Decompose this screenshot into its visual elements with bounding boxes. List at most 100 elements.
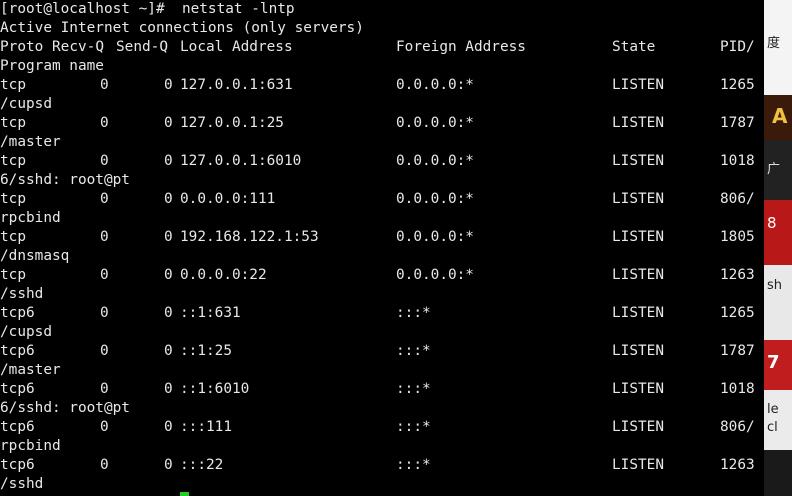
cell-foreign-address: :::* [396,419,431,435]
cell-state: LISTEN [612,305,664,321]
cell-local-address: ::1:631 [180,305,241,321]
program-name-wrap: /master [0,362,61,378]
cell-send-q: 0 [164,457,173,473]
cell-recv-q: 0 [100,305,109,321]
bg-text-fragment: cl [767,420,778,435]
cell-pid: 1018 [720,153,755,169]
cell-foreign-address: 0.0.0.0:* [396,191,474,207]
bg-text-fragment: 广 [767,162,781,177]
cell-foreign-address: :::* [396,305,431,321]
cell-proto: tcp [0,191,26,207]
program-name-wrap: /dnsmasq [0,248,70,264]
cell-recv-q: 0 [100,457,109,473]
cell-state: LISTEN [612,419,664,435]
cell-state: LISTEN [612,77,664,93]
terminal-window[interactable]: [root@localhost ~]# netstat -lntp Active… [0,0,764,496]
cell-pid: 1263 [720,267,755,283]
cell-foreign-address: :::* [396,343,431,359]
cell-state: LISTEN [612,343,664,359]
program-name-wrap: /cupsd [0,324,52,340]
cell-state: LISTEN [612,115,664,131]
bg-text-fragment: 7 [767,352,780,373]
cell-foreign-address: :::* [396,457,431,473]
cell-proto: tcp [0,77,26,93]
cell-pid: 1018 [720,381,755,397]
command-prompt-line: [root@localhost ~]# netstat -lntp [0,1,295,17]
header-proto: Proto [0,39,44,55]
table-row: tcp6 0 0::1:25:::* LISTEN 1787 [0,342,764,361]
cell-proto: tcp6 [0,381,35,397]
table-row: tcp6 0 0:::22:::* LISTEN 1263 [0,456,764,475]
cell-state: LISTEN [612,229,664,245]
cell-pid: 806/ [720,419,755,435]
table-row: tcp6 0 0::1:6010:::* LISTEN 1018 [0,380,764,399]
cell-foreign-address: 0.0.0.0:* [396,77,474,93]
header-send-q: Send-Q [116,39,168,55]
cell-local-address: ::1:6010 [180,381,250,397]
header-pid: PID/ [720,39,755,55]
cell-foreign-address: :::* [396,381,431,397]
program-name-wrap: 6/sshd: root@pt [0,400,130,416]
program-name-wrap: 6/sshd: root@pt [0,172,130,188]
cell-pid: 1265 [720,77,755,93]
table-row: tcp6 0 0:::111:::* LISTEN 806/ [0,418,764,437]
bg-panel [764,265,792,340]
bg-image-block [764,450,792,496]
program-name-wrap: rpcbind [0,210,61,226]
header-state: State [612,39,656,55]
cell-state: LISTEN [612,267,664,283]
program-name-wrap: /sshd [0,286,44,302]
cell-foreign-address: 0.0.0.0:* [396,229,474,245]
table-row: tcp 0 0 127.0.0.1:25 0.0.0.0:* LISTEN 1787 [0,114,764,133]
cell-proto: tcp6 [0,457,35,473]
program-name-wrap: /cupsd [0,96,52,112]
program-name-wrap: /sshd [0,476,44,492]
text-cursor [180,492,189,496]
cell-proto: tcp [0,115,26,131]
cell-local-address: 0.0.0.0:111 [180,191,276,207]
cell-local-address: ::1:25 [180,343,232,359]
cell-send-q: 0 [164,191,173,207]
cell-pid: 1787 [720,343,755,359]
header-program-name: Program name [0,58,104,74]
cell-recv-q: 0 [100,153,109,169]
cell-pid: 1265 [720,305,755,321]
cell-proto: tcp6 [0,305,35,321]
table-row: tcp 0 0 127.0.0.1:6010 0.0.0.0:* LISTEN 1018 [0,152,764,171]
cell-pid: 1805 [720,229,755,245]
cell-local-address: :::22 [180,457,224,473]
cell-recv-q: 0 [100,191,109,207]
cell-state: LISTEN [612,153,664,169]
header-recv-q: Recv-Q [52,39,104,55]
cell-recv-q: 0 [100,381,109,397]
cell-send-q: 0 [164,305,173,321]
cell-local-address: 0.0.0.0:22 [180,267,267,283]
table-row: tcp 0 0 0.0.0.0:22 0.0.0.0:* LISTEN 1263 [0,266,764,285]
cell-proto: tcp6 [0,343,35,359]
output-banner: Active Internet connections (only server… [0,20,364,36]
cell-send-q: 0 [164,115,173,131]
cell-recv-q: 0 [100,267,109,283]
background-window-strip[interactable]: 度 A 广 8 sh 7 le cl [764,0,792,496]
cell-foreign-address: 0.0.0.0:* [396,153,474,169]
table-row: tcp6 0 0::1:631:::* LISTEN 1265 [0,304,764,323]
cell-local-address: :::111 [180,419,232,435]
header-foreign-address: Foreign Address [396,39,526,55]
cell-local-address: 127.0.0.1:6010 [180,153,302,169]
program-name-wrap: /master [0,134,61,150]
cell-foreign-address: 0.0.0.0:* [396,115,474,131]
cell-local-address: 127.0.0.1:25 [180,115,284,131]
bg-text-fragment: 8 [767,214,777,232]
cell-recv-q: 0 [100,115,109,131]
cell-send-q: 0 [164,153,173,169]
cell-recv-q: 0 [100,419,109,435]
cell-send-q: 0 [164,343,173,359]
cell-foreign-address: 0.0.0.0:* [396,267,474,283]
cell-local-address: 192.168.122.1:53 [180,229,319,245]
cell-state: LISTEN [612,457,664,473]
cell-proto: tcp [0,153,26,169]
cell-send-q: 0 [164,381,173,397]
cell-recv-q: 0 [100,229,109,245]
cell-pid: 806/ [720,191,755,207]
cell-pid: 1263 [720,457,755,473]
